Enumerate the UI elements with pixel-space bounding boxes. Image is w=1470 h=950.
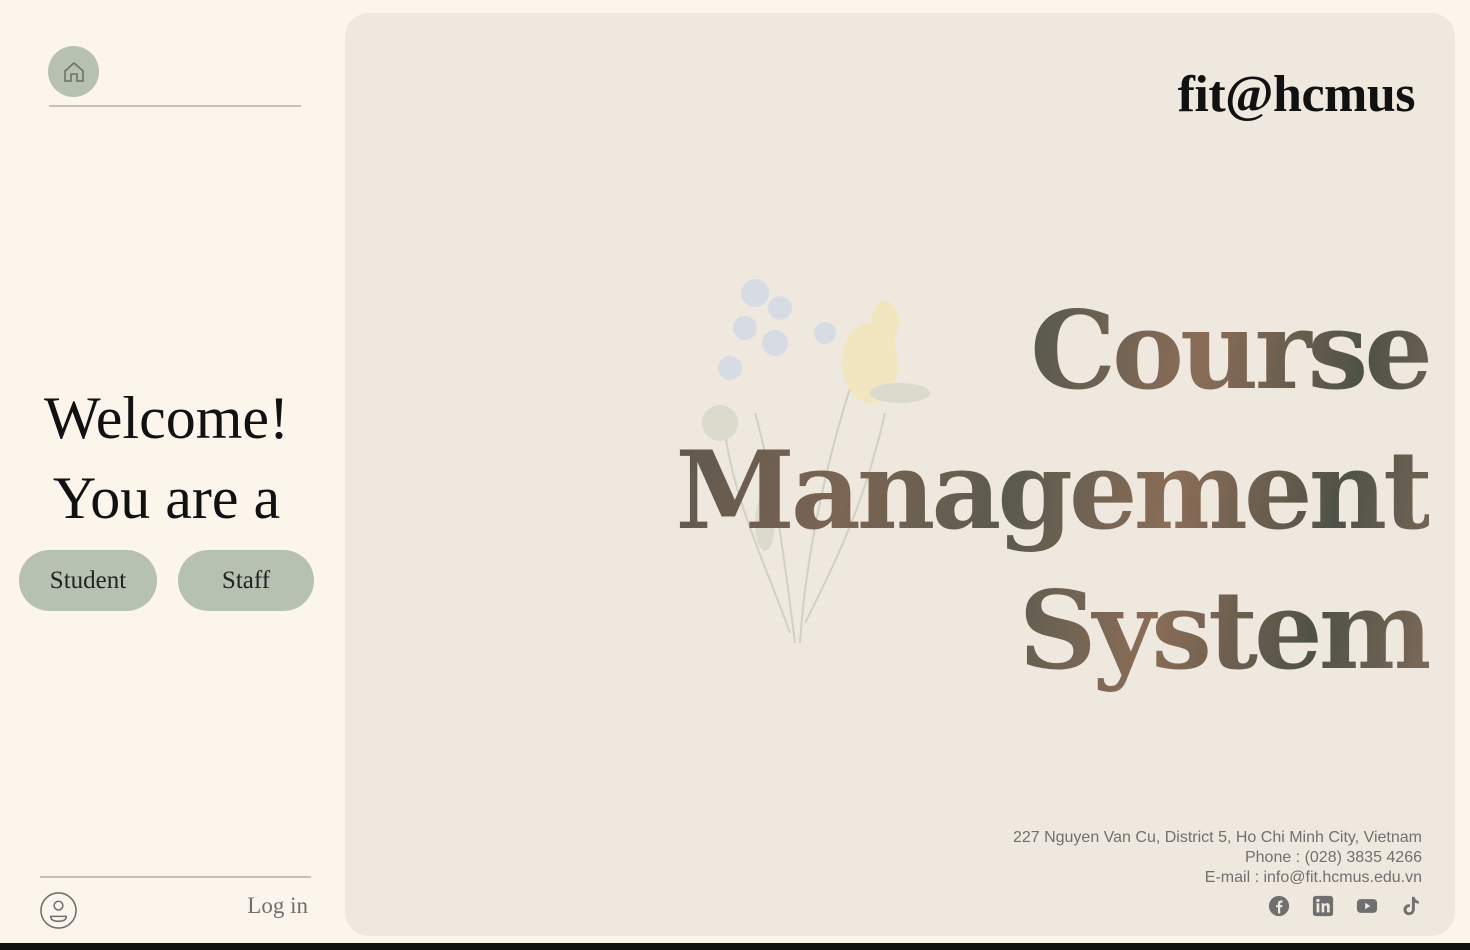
hero-line-1: Course: [1030, 288, 1429, 414]
hero-line-2: Management: [675, 428, 1429, 554]
brand-logo: fit@hcmus: [1177, 66, 1416, 123]
social-links: [1268, 895, 1422, 917]
contact-email: E-mail : info@fit.hcmus.edu.vn: [1204, 869, 1422, 886]
contact-info: 227 Nguyen Van Cu, District 5, Ho Chi Mi…: [1013, 828, 1422, 888]
student-button[interactable]: Student: [19, 550, 157, 611]
youtube-icon[interactable]: [1356, 895, 1378, 917]
linkedin-icon[interactable]: [1312, 895, 1334, 917]
tiktok-icon[interactable]: [1400, 895, 1422, 917]
facebook-icon[interactable]: [1268, 895, 1290, 917]
staff-button[interactable]: Staff: [178, 550, 314, 611]
top-divider: [49, 105, 301, 107]
main-panel: fit@hcmus Course Management System 227 N…: [345, 13, 1455, 936]
hero-title: Course Management System: [675, 281, 1429, 701]
contact-phone: Phone : (028) 3835 4266: [1244, 849, 1422, 866]
user-circle-icon[interactable]: [39, 891, 78, 930]
hero-line-3: System: [1018, 568, 1429, 694]
home-icon: [63, 61, 84, 82]
bottom-divider: [40, 876, 311, 878]
sidebar: Welcome! You are a Student Staff Log in: [0, 0, 345, 943]
welcome-heading: Welcome! You are a: [0, 378, 333, 538]
welcome-line-1: Welcome!: [43, 385, 290, 451]
welcome-line-2: You are a: [52, 465, 281, 531]
home-button[interactable]: [48, 46, 99, 97]
bottom-bar: [0, 943, 1470, 950]
login-link[interactable]: Log in: [220, 893, 308, 919]
contact-address: 227 Nguyen Van Cu, District 5, Ho Chi Mi…: [1012, 829, 1422, 846]
